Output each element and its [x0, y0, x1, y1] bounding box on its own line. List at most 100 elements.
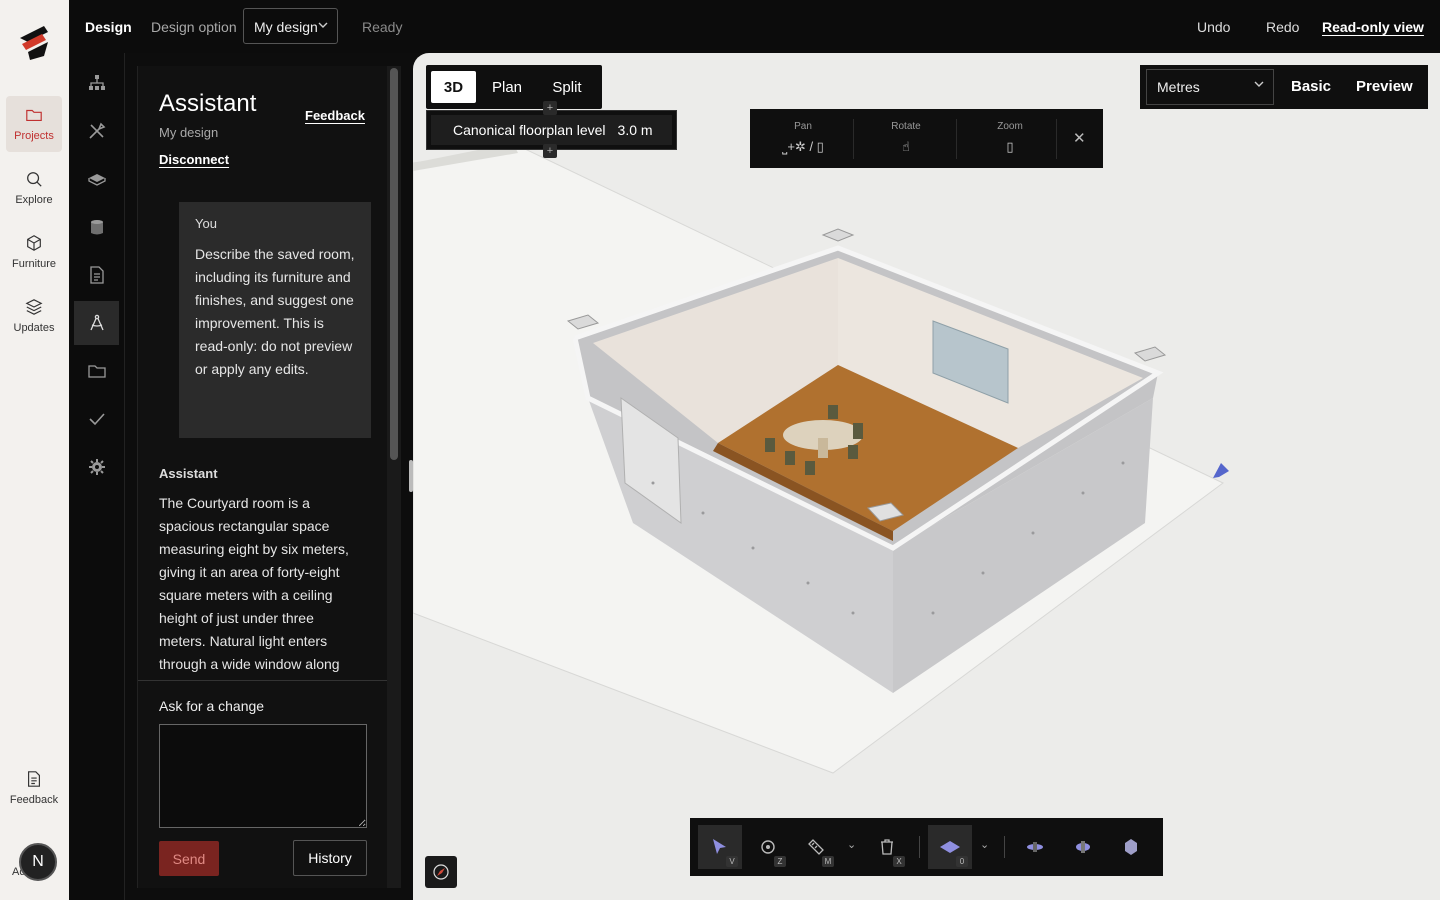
orbit-icon [761, 840, 775, 854]
close-icon[interactable]: ✕ [1073, 129, 1086, 147]
undo-button[interactable]: Undo [1197, 19, 1230, 35]
chevron-down-icon[interactable]: ⌄ [980, 838, 989, 851]
rail-furniture[interactable]: Furniture [6, 224, 62, 280]
app-logo-icon[interactable] [14, 22, 54, 62]
tool-hierarchy[interactable] [74, 61, 119, 105]
document-icon [89, 266, 104, 284]
feedback-link[interactable]: Feedback [305, 108, 365, 123]
tool-build[interactable] [74, 109, 119, 153]
floor-icon [940, 841, 960, 853]
tool-check[interactable] [74, 397, 119, 441]
tool-objects[interactable] [74, 205, 119, 249]
chevron-down-icon[interactable]: ⌄ [847, 838, 856, 851]
delete-tool[interactable]: X [865, 825, 909, 869]
floor-shortcut: 0 [956, 856, 968, 867]
delete-shortcut: X [893, 856, 905, 867]
tab-3d[interactable]: 3D [431, 71, 476, 103]
rotate-label: Rotate [891, 121, 921, 132]
preview-button[interactable]: Preview [1356, 78, 1413, 95]
design-select[interactable]: My design [243, 8, 338, 44]
object-top-icon [1027, 842, 1043, 852]
rail-explore-label: Explore [15, 194, 53, 206]
nav-separator [853, 119, 854, 159]
document-icon [28, 771, 40, 787]
level-height: 3.0 m [617, 122, 653, 138]
tool-assistant[interactable] [74, 301, 119, 345]
rail-updates[interactable]: Updates [6, 288, 62, 344]
view-side-tool[interactable] [1061, 825, 1105, 869]
gear-icon [88, 459, 105, 475]
rail-projects[interactable]: Projects [6, 96, 62, 152]
design-menu[interactable]: Design [85, 19, 132, 35]
panel-subtitle: My design [159, 125, 219, 140]
tab-split[interactable]: Split [542, 71, 592, 103]
add-level-above-button[interactable]: + [543, 101, 557, 115]
app-rail: Projects Explore Furniture Updates Feedb… [0, 0, 69, 900]
tool-materials[interactable] [74, 157, 119, 201]
trash-icon [881, 839, 893, 855]
nav-separator [1056, 119, 1057, 159]
hierarchy-icon [88, 75, 105, 90]
bottom-toolbar: V Z M ⌄ X 0 ⌄ [690, 818, 1163, 876]
basic-button[interactable]: Basic [1291, 78, 1331, 95]
redo-button[interactable]: Redo [1266, 19, 1299, 35]
assistant-message-text: The Courtyard room is a spacious rectang… [159, 495, 349, 672]
units-select[interactable]: Metres [1146, 69, 1274, 105]
check-icon [88, 413, 105, 426]
units-bar: Metres Basic Preview [1140, 65, 1428, 109]
nav-separator [956, 119, 957, 159]
compass-draw-icon [89, 314, 104, 331]
floor-tool[interactable]: 0 [928, 825, 972, 869]
rail-feedback[interactable]: Feedback [6, 760, 62, 816]
orbit-shortcut: Z [774, 856, 786, 867]
read-only-view-link[interactable]: Read-only view [1322, 19, 1424, 35]
zoom-label: Zoom [997, 121, 1023, 132]
design-select-value: My design [254, 19, 318, 35]
rail-furniture-label: Furniture [11, 258, 57, 270]
orbit-tool[interactable]: Z [746, 825, 790, 869]
avatar[interactable]: N [19, 843, 57, 881]
user-message: You Describe the saved room, including i… [179, 202, 371, 438]
rail-projects-label: Projects [14, 130, 54, 142]
tool-settings[interactable] [74, 445, 119, 489]
3d-viewport[interactable] [413, 53, 1440, 900]
rail-explore[interactable]: Explore [6, 160, 62, 216]
scrollbar-thumb[interactable] [390, 68, 398, 460]
send-button[interactable]: Send [159, 841, 219, 876]
select-tool[interactable]: V [698, 825, 742, 869]
disconnect-link[interactable]: Disconnect [159, 152, 229, 167]
add-level-below-button[interactable]: + [543, 144, 557, 158]
ruler-icon [808, 839, 824, 855]
measure-shortcut: M [822, 856, 834, 867]
select-shortcut: V [726, 856, 738, 867]
measure-tool[interactable]: M [794, 825, 838, 869]
status-text: Ready [362, 18, 403, 35]
search-icon [27, 172, 42, 187]
panel-divider [138, 680, 388, 681]
compass-button[interactable] [425, 856, 457, 888]
rail-feedback-label: Feedback [9, 794, 59, 806]
toolbar-separator [1004, 836, 1005, 858]
compass-icon [433, 864, 449, 880]
chevron-down-icon [1254, 81, 1264, 87]
tool-column [69, 53, 125, 900]
panel-scrollbar[interactable] [387, 66, 401, 888]
tool-folder[interactable] [74, 349, 119, 393]
cube-icon [27, 235, 41, 251]
layers-icon [25, 299, 43, 315]
chevron-down-icon [318, 22, 328, 28]
room-3d-scene[interactable] [413, 53, 1440, 900]
object-side-icon [1076, 841, 1090, 853]
level-label: Canonical floorplan level [453, 122, 606, 138]
user-message-text: Describe the saved room, including its f… [195, 246, 355, 377]
ask-input[interactable] [159, 724, 367, 828]
history-button[interactable]: History [293, 840, 367, 876]
tab-plan[interactable]: Plan [482, 71, 532, 103]
design-option-label: Design option [151, 18, 237, 35]
level-selector[interactable]: Canonical floorplan level 3.0 m [431, 115, 672, 145]
tool-document[interactable] [74, 253, 119, 297]
view-top-tool[interactable] [1013, 825, 1057, 869]
view-front-tool[interactable] [1109, 825, 1153, 869]
hand-icon: ☝ [902, 139, 910, 154]
cursor-icon [713, 839, 726, 854]
